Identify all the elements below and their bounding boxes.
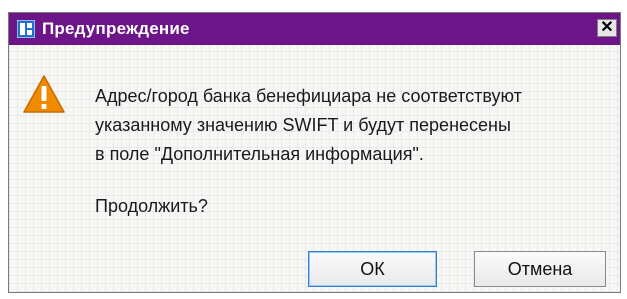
cancel-button[interactable]: Отмена (474, 251, 606, 287)
title-bar: Предупреждение ✕ (9, 13, 620, 45)
warning-dialog: Предупреждение ✕ Адрес/город банка бенеф… (8, 12, 621, 293)
dialog-title: Предупреждение (42, 19, 190, 38)
dialog-body: Адрес/город банка бенефициара не соответ… (9, 45, 620, 292)
message-line: указанному значению SWIFT и будут перене… (95, 115, 511, 135)
warning-triangle-icon (22, 73, 66, 115)
app-logo-icon (16, 19, 36, 39)
ok-button[interactable]: ОК (308, 251, 437, 287)
confirm-question: Продолжить? (95, 196, 208, 216)
close-button[interactable]: ✕ (597, 19, 617, 37)
close-icon: ✕ (600, 19, 614, 36)
message-line: Адрес/город банка бенефициара не соответ… (95, 86, 522, 106)
message-line: в поле "Дополнительная информация". (95, 144, 424, 164)
message-text: Адрес/город банка бенефициара не соответ… (95, 82, 522, 169)
